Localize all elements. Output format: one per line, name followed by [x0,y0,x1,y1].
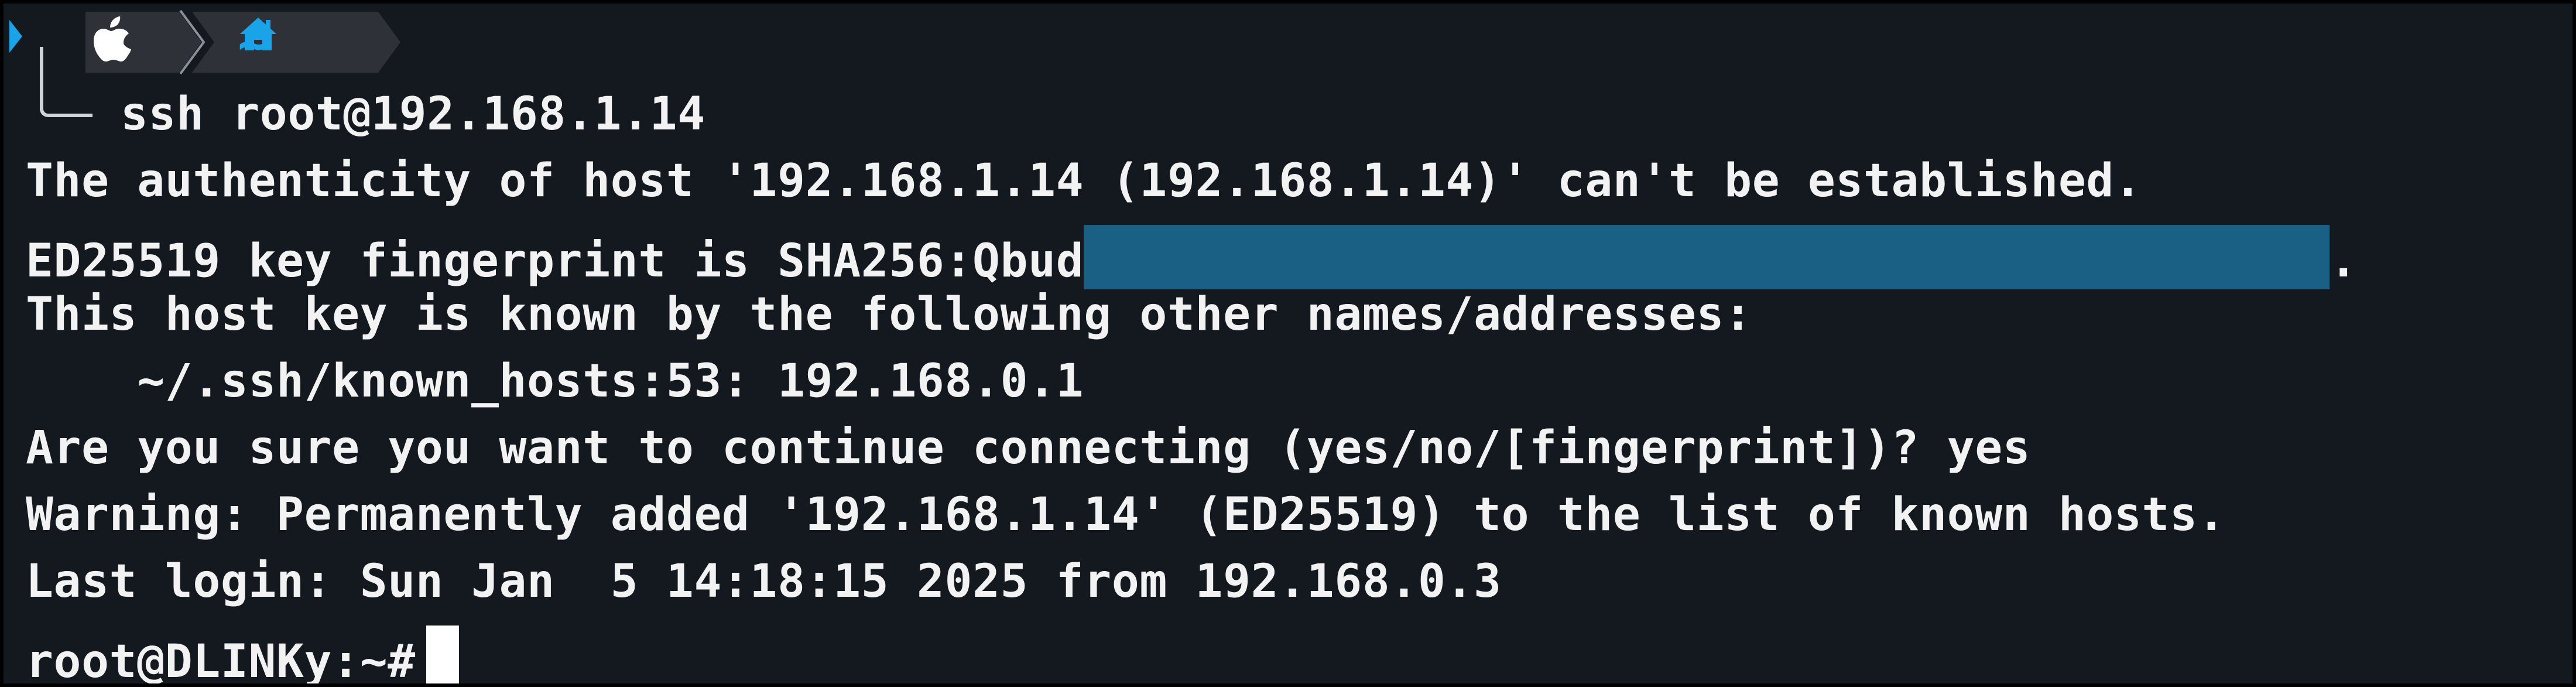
terminal-window[interactable]: ~ ssh root@192.168.1.14 The authenticity… [0,0,2576,687]
output-confirm: Are you sure you want to continue connec… [26,422,2031,474]
prompt-tree-connector [40,47,93,117]
shell-prompt-line[interactable]: root@DLINKy:~# [26,626,459,687]
output-known-hosts-entry: ~/.ssh/known_hosts:53: 192.168.0.1 [26,355,1084,408]
command-line: ssh root@192.168.1.14 [121,88,705,141]
output-last-login: Last login: Sun Jan 5 14:18:15 2025 from… [26,555,1502,608]
apple-icon [94,16,131,61]
apple-segment [91,15,185,74]
prompt-segment-bar: ~ [4,4,706,75]
shell-prompt: root@DLINKy:~# [26,635,416,687]
text-cursor[interactable] [426,626,459,683]
home-path-segment: ~ [238,15,276,74]
output-warning: Warning: Permanently added '192.168.1.14… [26,488,2226,541]
output-fingerprint: ED25519 key fingerprint is SHA256:Qbud. [26,225,2358,289]
output-known-by: This host key is known by the following … [26,288,1752,341]
fingerprint-suffix: . [2330,235,2358,288]
home-icon [240,18,276,50]
output-authenticity: The authenticity of host '192.168.1.14 (… [26,155,2142,207]
fingerprint-prefix: ED25519 key fingerprint is SHA256:Qbud [26,235,1084,288]
redacted-fingerprint [1084,225,2330,289]
